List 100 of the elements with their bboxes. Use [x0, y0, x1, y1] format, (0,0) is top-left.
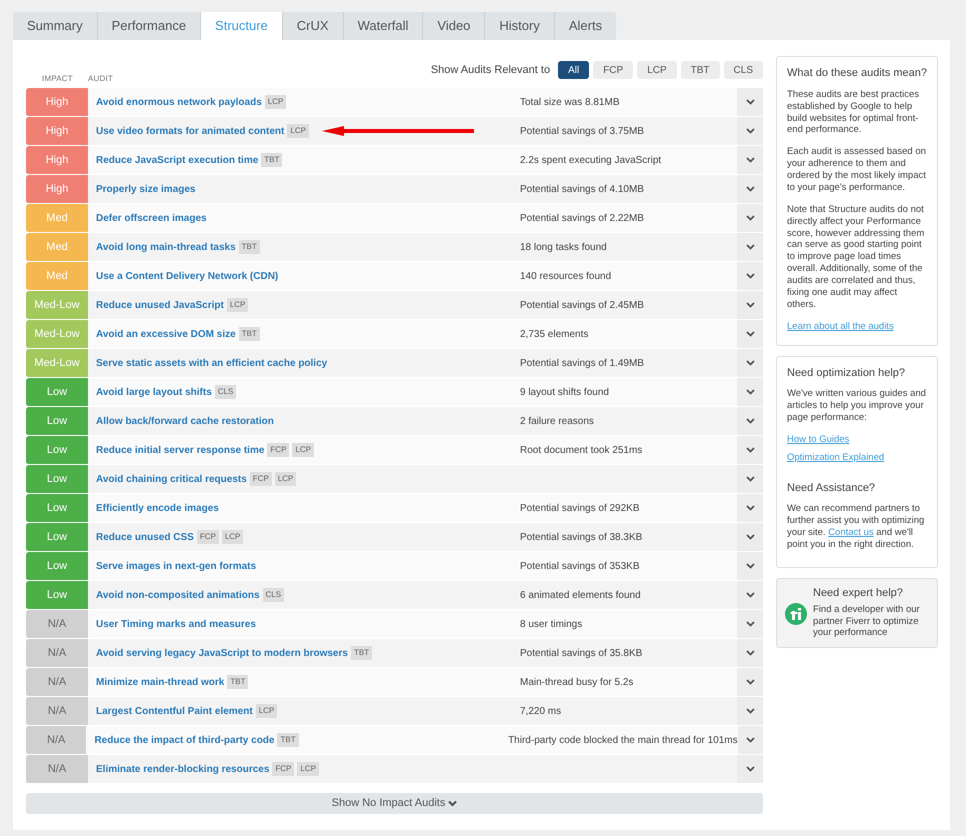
- audit-link[interactable]: Allow back/forward cache restoration: [96, 414, 274, 428]
- impact-label: Med: [26, 204, 88, 233]
- tab[interactable]: History: [485, 12, 555, 40]
- filter-button[interactable]: FCP: [593, 61, 634, 79]
- audit-detail: 140 resources found: [520, 270, 612, 284]
- metric-tag: LCP: [264, 95, 286, 109]
- audit-detail: 2,735 elements: [520, 328, 588, 342]
- column-header: IMPACT: [41, 73, 74, 85]
- expand-button[interactable]: [737, 117, 763, 146]
- audit-link[interactable]: Avoid enormous network payloads: [96, 94, 262, 110]
- expand-button[interactable]: [737, 552, 763, 581]
- metric-tag: LCP: [222, 530, 244, 544]
- tab[interactable]: Video: [423, 12, 486, 40]
- audit-link[interactable]: Avoid large layout shifts: [96, 384, 212, 400]
- audit-link[interactable]: Largest Contentful Paint element: [96, 704, 253, 718]
- expand-button[interactable]: [737, 320, 763, 349]
- audit-link[interactable]: Use a Content Delivery Network (CDN): [96, 268, 278, 284]
- expand-button[interactable]: [737, 581, 763, 610]
- audit-detail: 2 failure reasons: [520, 414, 594, 428]
- impact-label: High: [26, 88, 88, 117]
- expand-button[interactable]: [737, 755, 763, 784]
- chevron-down-icon: [746, 302, 754, 308]
- contact-link[interactable]: Contact us: [828, 527, 874, 538]
- audit-detail: Potential savings of 292KB: [520, 502, 640, 516]
- filter-button[interactable]: All: [558, 61, 590, 79]
- metric-tag: LCP: [256, 704, 278, 718]
- audit-link[interactable]: Reduce unused JavaScript: [96, 298, 224, 312]
- metric-tag: FCP: [196, 530, 219, 544]
- expand-button[interactable]: [737, 204, 763, 233]
- card-text: We've written various guides and articles to help you improve your page performance:: [787, 388, 927, 424]
- card-title: What do these audits mean?: [787, 67, 927, 81]
- filter-button[interactable]: LCP: [637, 61, 677, 79]
- expand-button[interactable]: [737, 436, 763, 465]
- audit-link[interactable]: Avoid an excessive DOM size: [96, 326, 236, 342]
- chevron-down-icon: [746, 331, 754, 337]
- expand-button[interactable]: [737, 291, 763, 320]
- expand-button[interactable]: [737, 349, 763, 378]
- show-more-button[interactable]: Show No Impact Audits: [26, 793, 763, 814]
- tab[interactable]: Performance: [98, 12, 202, 40]
- tab[interactable]: CrUX: [282, 12, 344, 40]
- tab[interactable]: Structure: [201, 12, 283, 40]
- audit-link[interactable]: Reduce unused CSS: [96, 530, 194, 544]
- audit-link[interactable]: Avoid non-composited animations: [96, 588, 260, 602]
- expand-button[interactable]: [737, 523, 763, 552]
- audit-link[interactable]: Use video formats for animated content: [96, 124, 284, 138]
- impact-label: Low: [26, 465, 88, 494]
- chevron-down-icon: [746, 244, 754, 250]
- impact-label: Med: [26, 262, 88, 291]
- chevron-down-icon: [746, 186, 754, 192]
- filter-button[interactable]: TBT: [680, 61, 720, 79]
- audit-link[interactable]: Defer offscreen images: [96, 210, 207, 226]
- expand-button[interactable]: [737, 494, 763, 523]
- audit-link[interactable]: User Timing marks and measures: [96, 616, 256, 632]
- audit-link[interactable]: Efficiently encode images: [96, 500, 219, 516]
- tab[interactable]: Alerts: [554, 12, 616, 40]
- help-link[interactable]: How to Guides: [787, 434, 927, 446]
- chevron-down-icon: [746, 273, 754, 279]
- audit-link[interactable]: Reduce JavaScript execution time: [96, 152, 258, 168]
- tab[interactable]: Waterfall: [344, 12, 424, 40]
- impact-label: N/A: [26, 697, 88, 726]
- impact-label: Low: [26, 436, 88, 465]
- metric-tag: LCP: [297, 762, 319, 776]
- expand-button[interactable]: [737, 407, 763, 436]
- tab[interactable]: Summary: [13, 12, 98, 40]
- expand-button[interactable]: [737, 378, 763, 407]
- expand-button[interactable]: [737, 262, 763, 291]
- chevron-down-icon: [448, 800, 458, 807]
- chevron-down-icon: [746, 534, 754, 540]
- impact-label: N/A: [26, 668, 88, 697]
- audit-link[interactable]: Reduce initial server response time: [96, 442, 264, 458]
- expand-button[interactable]: [737, 175, 763, 204]
- expand-button[interactable]: [737, 639, 763, 668]
- help-link[interactable]: Learn about all the audits: [787, 320, 927, 332]
- expand-button[interactable]: [737, 668, 763, 697]
- audit-link[interactable]: Serve images in next-gen formats: [96, 558, 256, 574]
- audit-link[interactable]: Serve static assets with an efficient cache policy: [96, 356, 328, 370]
- audit-link[interactable]: Eliminate render-blocking resources: [96, 762, 270, 776]
- expand-button[interactable]: [737, 233, 763, 262]
- expand-button[interactable]: [737, 610, 763, 639]
- expand-button[interactable]: [737, 146, 763, 175]
- metric-tag: LCP: [274, 472, 296, 486]
- audit-link[interactable]: Avoid long main-thread tasks: [96, 240, 236, 254]
- audit-link[interactable]: Minimize main-thread work: [96, 674, 224, 690]
- audit-link[interactable]: Reduce the impact of third-party code: [94, 732, 274, 748]
- expand-button[interactable]: [737, 465, 763, 494]
- expand-button[interactable]: [737, 697, 763, 726]
- audit-detail: Potential savings of 35.8KB: [520, 646, 642, 660]
- metric-tag: LCP: [287, 124, 309, 138]
- help-link[interactable]: Optimization Explained: [787, 452, 927, 464]
- audit-link[interactable]: Avoid chaining critical requests: [96, 472, 247, 486]
- expand-button[interactable]: [737, 88, 763, 117]
- impact-label: Med-Low: [26, 349, 88, 378]
- audit-link[interactable]: Properly size images: [96, 182, 196, 196]
- audit-detail: 9 layout shifts found: [520, 386, 609, 400]
- impact-label: Low: [26, 494, 88, 523]
- filter-button[interactable]: CLS: [724, 61, 763, 79]
- audit-link[interactable]: Avoid serving legacy JavaScript to modern browsers: [96, 646, 348, 660]
- card-subtitle: Need Assistance?: [787, 482, 876, 496]
- expand-button[interactable]: [738, 726, 763, 755]
- impact-label: Low: [26, 552, 88, 581]
